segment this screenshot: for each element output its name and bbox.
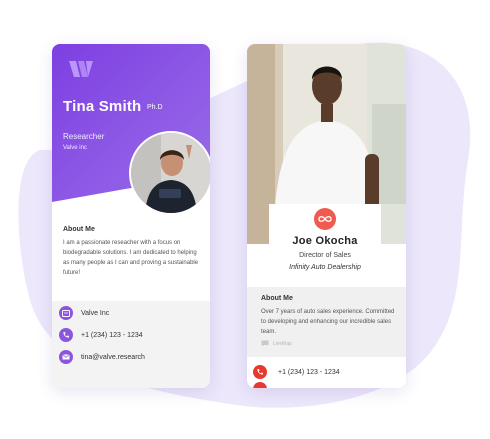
about-section: About Me I am a passionate reseacher wit… — [63, 226, 203, 278]
profile-title: Director of Sales — [299, 252, 351, 259]
chat-icon — [261, 340, 269, 347]
brand-logo-icon — [69, 61, 93, 77]
profile-info-box: Joe Okocha Director of Sales Infinity Au… — [269, 204, 381, 282]
profile-name: Tina Smith — [63, 98, 142, 115]
about-text: Over 7 years of auto sales experience. C… — [261, 309, 395, 335]
profile-name: Joe Okocha — [292, 235, 358, 247]
contact-phone-text: +1 (234) 123 - 1234 — [81, 331, 143, 339]
contact-row-company[interactable]: Valve Inc — [59, 306, 109, 320]
phone-icon — [253, 365, 267, 379]
about-heading: About Me — [261, 295, 293, 302]
about-section: About Me Over 7 years of auto sales expe… — [261, 295, 396, 337]
about-text: I am a passionate reseacher with a focus… — [63, 240, 199, 276]
contact-row-phone[interactable]: +1 (234) 123 - 1234 — [59, 328, 143, 342]
profile-company: Infinity Auto Dealership — [289, 264, 361, 271]
email-icon — [59, 350, 73, 364]
next-contact-icon[interactable] — [253, 382, 267, 388]
infinity-icon — [314, 208, 336, 230]
profile-card-tina: Tina Smith Ph.D Researcher Valve inc Abo… — [52, 44, 210, 388]
profile-credential: Ph.D — [147, 104, 163, 111]
profile-title: Researcher — [63, 132, 105, 141]
extra-link[interactable]: LiveMap — [261, 340, 292, 347]
profile-company: Valve inc — [63, 145, 87, 151]
extra-link-label: LiveMap — [273, 340, 292, 347]
profile-photo — [129, 131, 210, 215]
about-heading: About Me — [63, 226, 95, 233]
phone-icon — [59, 328, 73, 342]
profile-card-joe: Joe Okocha Director of Sales Infinity Au… — [247, 44, 406, 388]
contact-phone-text: +1 (234) 123 - 1234 — [278, 368, 340, 376]
contact-email-text: tina@valve.research — [81, 353, 145, 361]
contact-row-email[interactable]: tina@valve.research — [59, 350, 145, 364]
contact-company-text: Valve Inc — [81, 309, 110, 317]
contact-row-phone[interactable]: +1 (234) 123 - 1234 — [253, 365, 340, 379]
company-card-icon — [59, 306, 73, 320]
